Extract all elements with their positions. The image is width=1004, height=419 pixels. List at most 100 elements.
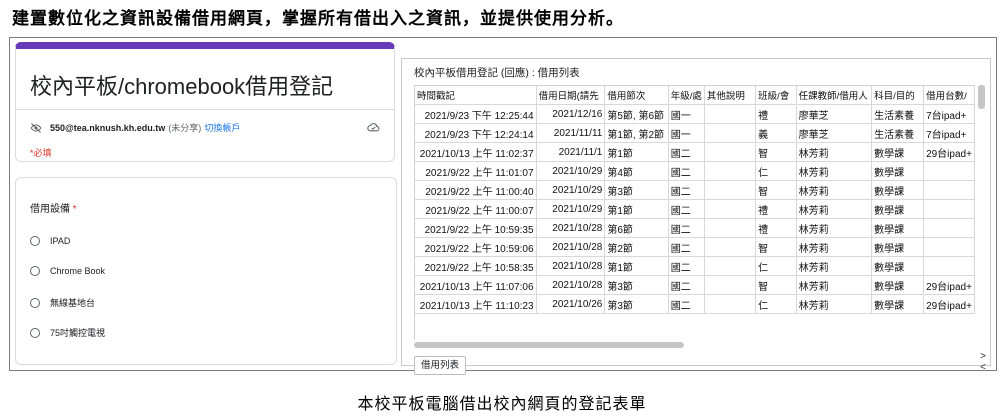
table-row[interactable]: 2021/10/13 上午 11:02:37 2021/11/1 第1節 國二 智林芳莉… bbox=[415, 142, 975, 162]
table-cell[interactable]: 廖華芝 bbox=[796, 123, 873, 143]
table-cell[interactable] bbox=[923, 256, 975, 276]
table-cell[interactable]: 2021/10/29 bbox=[536, 161, 606, 181]
option-touch-tv[interactable]: 75吋觸控電視 bbox=[30, 326, 105, 339]
table-cell[interactable]: 第3節 bbox=[604, 275, 669, 295]
table-cell[interactable] bbox=[704, 256, 757, 276]
table-cell[interactable]: 第3節 bbox=[604, 294, 669, 314]
table-cell[interactable]: 林芳莉 bbox=[796, 142, 873, 162]
column-header[interactable]: 借用節次 bbox=[604, 86, 669, 105]
table-row[interactable]: 2021/9/22 上午 11:01:07 2021/10/29 第4節 國二 仁林芳莉… bbox=[415, 161, 975, 181]
table-cell[interactable]: 禮 bbox=[755, 104, 797, 124]
table-row[interactable]: 2021/10/13 上午 11:10:23 2021/10/26 第3節 國二 仁林芳… bbox=[415, 294, 975, 314]
table-cell[interactable]: 數學課 bbox=[871, 275, 925, 295]
table-cell[interactable]: 生活素養 bbox=[871, 123, 925, 143]
column-header[interactable]: 任課教師/借用人 bbox=[796, 86, 873, 105]
option-ipad[interactable]: IPAD bbox=[30, 236, 70, 246]
table-cell[interactable]: 第3節 bbox=[604, 180, 669, 200]
table-cell[interactable]: 數學課 bbox=[871, 237, 925, 257]
table-cell[interactable]: 林芳莉 bbox=[796, 275, 873, 295]
table-cell[interactable]: 2021/9/22 上午 10:58:35 bbox=[415, 256, 537, 276]
table-cell[interactable]: 第6節 bbox=[604, 218, 669, 238]
table-cell[interactable]: 2021/11/11 bbox=[536, 123, 606, 143]
table-cell[interactable] bbox=[704, 199, 757, 219]
table-cell[interactable]: 7台ipad+ bbox=[923, 123, 975, 143]
table-cell[interactable]: 國二 bbox=[668, 275, 705, 295]
next-sheet-button[interactable]: > bbox=[980, 351, 986, 362]
table-cell[interactable] bbox=[704, 237, 757, 257]
table-cell[interactable]: 2021/10/28 bbox=[536, 256, 606, 276]
column-header[interactable]: 年級/處 bbox=[668, 86, 705, 105]
table-cell[interactable]: 林芳莉 bbox=[796, 161, 873, 181]
table-cell[interactable]: 廖華芝 bbox=[796, 104, 873, 124]
table-cell[interactable]: 2021/11/1 bbox=[536, 142, 606, 162]
table-cell[interactable]: 2021/10/28 bbox=[536, 275, 606, 295]
table-cell[interactable]: 2021/9/23 下午 12:25:44 bbox=[415, 104, 537, 124]
table-cell[interactable]: 國二 bbox=[668, 142, 705, 162]
table-cell[interactable]: 禮 bbox=[755, 218, 797, 238]
table-cell[interactable]: 2021/9/22 上午 11:01:07 bbox=[415, 161, 537, 181]
table-cell[interactable] bbox=[704, 161, 757, 181]
table-cell[interactable]: 數學課 bbox=[871, 218, 925, 238]
table-cell[interactable]: 29台ipad+ bbox=[923, 294, 975, 314]
table-cell[interactable] bbox=[923, 180, 975, 200]
sheet-tab[interactable]: 借用列表 bbox=[414, 356, 467, 375]
radio-button-icon[interactable] bbox=[30, 327, 40, 338]
radio-button-icon[interactable] bbox=[30, 297, 40, 308]
table-cell[interactable]: 林芳莉 bbox=[796, 218, 873, 238]
table-cell[interactable] bbox=[704, 218, 757, 238]
table-cell[interactable]: 林芳莉 bbox=[796, 199, 873, 219]
table-cell[interactable]: 第1節 bbox=[604, 199, 669, 219]
table-cell[interactable]: 數學課 bbox=[871, 161, 925, 181]
table-row[interactable]: 2021/9/22 上午 11:00:07 2021/10/29 第1節 國二 禮林芳莉… bbox=[415, 199, 975, 219]
table-cell[interactable]: 第1節, 第2節 bbox=[604, 123, 669, 143]
table-cell[interactable]: 智 bbox=[755, 275, 797, 295]
table-cell[interactable]: 2021/10/29 bbox=[536, 180, 606, 200]
radio-button-icon[interactable] bbox=[30, 236, 40, 246]
table-cell[interactable]: 仁 bbox=[755, 256, 797, 276]
table-cell[interactable]: 國一 bbox=[668, 123, 705, 143]
table-cell[interactable] bbox=[923, 218, 975, 238]
table-cell[interactable]: 國二 bbox=[668, 294, 705, 314]
table-cell[interactable]: 第2節 bbox=[604, 237, 669, 257]
table-cell[interactable]: 數學課 bbox=[871, 294, 925, 314]
table-cell[interactable]: 2021/10/28 bbox=[536, 218, 606, 238]
table-cell[interactable]: 29台ipad+ bbox=[923, 275, 975, 295]
column-header[interactable]: 科目/目的 bbox=[871, 86, 925, 105]
table-cell[interactable]: 生活素養 bbox=[871, 104, 925, 124]
table-cell[interactable]: 29台ipad+ bbox=[923, 142, 975, 162]
table-cell[interactable]: 數學課 bbox=[871, 199, 925, 219]
table-cell[interactable]: 仁 bbox=[755, 294, 797, 314]
table-cell[interactable]: 第1節 bbox=[604, 142, 669, 162]
table-row[interactable]: 2021/9/22 上午 11:00:40 2021/10/29 第3節 國二 智林芳莉… bbox=[415, 180, 975, 200]
table-cell[interactable] bbox=[704, 142, 757, 162]
table-cell[interactable]: 2021/10/28 bbox=[536, 237, 606, 257]
table-cell[interactable]: 智 bbox=[755, 180, 797, 200]
option-chromebook[interactable]: Chrome Book bbox=[30, 266, 105, 276]
table-cell[interactable] bbox=[704, 275, 757, 295]
vertical-scrollbar[interactable] bbox=[978, 85, 985, 109]
option-wireless-ap[interactable]: 無線基地台 bbox=[30, 296, 95, 309]
table-row[interactable]: 2021/9/22 上午 10:58:35 2021/10/28 第1節 國二 仁林芳莉… bbox=[415, 256, 975, 276]
table-cell[interactable]: 國二 bbox=[668, 161, 705, 181]
table-cell[interactable]: 禮 bbox=[755, 199, 797, 219]
table-cell[interactable] bbox=[923, 199, 975, 219]
table-cell[interactable]: 林芳莉 bbox=[796, 256, 873, 276]
column-header[interactable]: 時間戳記 bbox=[415, 86, 537, 105]
table-cell[interactable] bbox=[923, 237, 975, 257]
table-cell[interactable]: 智 bbox=[755, 237, 797, 257]
column-header[interactable]: 其他說明 bbox=[704, 86, 757, 105]
horizontal-scrollbar[interactable] bbox=[414, 342, 684, 348]
table-cell[interactable]: 7台ipad+ bbox=[923, 104, 975, 124]
table-row[interactable]: 2021/10/13 上午 11:07:06 2021/10/28 第3節 國二 智林芳… bbox=[415, 275, 975, 295]
table-cell[interactable]: 2021/9/23 下午 12:24:14 bbox=[415, 123, 537, 143]
table-cell[interactable]: 仁 bbox=[755, 161, 797, 181]
table-cell[interactable] bbox=[704, 294, 757, 314]
table-row[interactable]: 2021/9/22 上午 10:59:06 2021/10/28 第2節 國二 智林芳莉… bbox=[415, 237, 975, 257]
table-cell[interactable] bbox=[923, 161, 975, 181]
table-cell[interactable]: 國二 bbox=[668, 199, 705, 219]
table-cell[interactable]: 2021/10/13 上午 11:10:23 bbox=[415, 294, 537, 314]
column-header[interactable]: 班級/會 bbox=[755, 86, 797, 105]
table-cell[interactable]: 智 bbox=[755, 142, 797, 162]
table-cell[interactable]: 數學課 bbox=[871, 180, 925, 200]
table-cell[interactable]: 國二 bbox=[668, 218, 705, 238]
